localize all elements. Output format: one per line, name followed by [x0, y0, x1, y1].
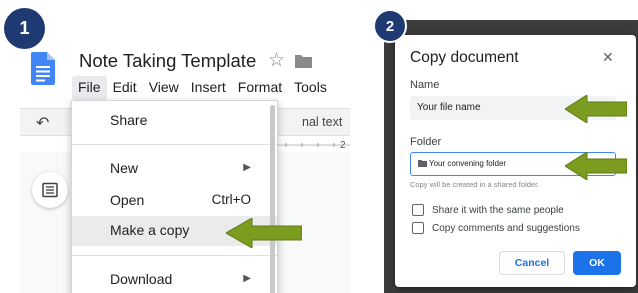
cancel-button[interactable]: Cancel — [499, 251, 565, 275]
menu-file[interactable]: File — [72, 76, 107, 100]
menu-scrollbar[interactable] — [270, 105, 275, 293]
menu-item-label: Open — [110, 192, 145, 208]
share-checkbox[interactable] — [412, 204, 424, 216]
menu-view[interactable]: View — [143, 76, 185, 100]
menu-bar: File Edit View Insert Format Tools — [72, 76, 333, 100]
comments-checkbox-label: Copy comments and suggestions — [432, 222, 580, 234]
folder-input-value: Your convening folder — [429, 159, 507, 168]
comments-checkbox[interactable] — [412, 222, 424, 234]
menu-divider — [72, 255, 277, 256]
ok-button[interactable]: OK — [573, 251, 621, 275]
menu-item-label: Make a copy — [110, 222, 190, 238]
file-menu-dropdown: Share New ▶ Open Ctrl+O Make a copy Down… — [71, 100, 278, 293]
menu-divider — [72, 144, 277, 145]
star-icon[interactable]: ☆ — [268, 49, 285, 72]
docs-logo-icon[interactable] — [31, 52, 55, 85]
file-menu-item-new[interactable]: New ▶ — [72, 154, 277, 184]
menu-edit[interactable]: Edit — [107, 76, 143, 100]
dialog-title: Copy document — [410, 49, 519, 66]
menu-item-label: New — [110, 160, 139, 176]
chevron-right-icon: ▶ — [243, 162, 251, 173]
shortcut-label: Ctrl+O — [211, 192, 251, 207]
menu-insert[interactable]: Insert — [185, 76, 232, 100]
chevron-right-icon: ▶ — [243, 273, 251, 284]
share-checkbox-row[interactable]: Share it with the same people — [412, 203, 564, 217]
folder-icon — [418, 160, 427, 167]
menu-format[interactable]: Format — [232, 76, 288, 100]
ruler-number: 2 — [340, 140, 346, 151]
paragraph-style-select[interactable]: nal text — [302, 115, 342, 129]
folder-hint: Copy will be created in a shared folder. — [410, 180, 540, 189]
folder-icon[interactable] — [295, 54, 312, 68]
arrow-left-icon — [226, 218, 302, 248]
outline-button[interactable] — [32, 172, 68, 208]
arrow-left-icon — [565, 95, 627, 123]
file-menu-item-open[interactable]: Open Ctrl+O — [72, 186, 277, 216]
close-icon[interactable]: ✕ — [602, 49, 614, 66]
document-title[interactable]: Note Taking Template — [79, 50, 256, 72]
file-menu-item-share[interactable]: Share — [72, 106, 277, 136]
outline-icon — [42, 182, 58, 198]
arrow-left-icon — [565, 152, 627, 180]
menu-item-label: Share — [110, 112, 148, 128]
comments-checkbox-row[interactable]: Copy comments and suggestions — [412, 221, 580, 235]
menu-item-label: Download — [110, 271, 173, 287]
step-badge-2: 2 — [373, 9, 407, 43]
google-docs-panel: Note Taking Template ☆ File Edit View In… — [0, 0, 350, 293]
tutorial-composite: Note Taking Template ☆ File Edit View In… — [0, 0, 638, 293]
name-input-value: Your file name — [417, 102, 481, 113]
share-checkbox-label: Share it with the same people — [432, 204, 564, 216]
menu-tools[interactable]: Tools — [288, 76, 333, 100]
file-menu-item-download[interactable]: Download ▶ — [72, 265, 277, 293]
undo-icon[interactable]: ↶ — [36, 113, 49, 133]
step-badge-1: 1 — [4, 8, 45, 49]
folder-label: Folder — [410, 136, 442, 148]
name-label: Name — [410, 79, 440, 91]
